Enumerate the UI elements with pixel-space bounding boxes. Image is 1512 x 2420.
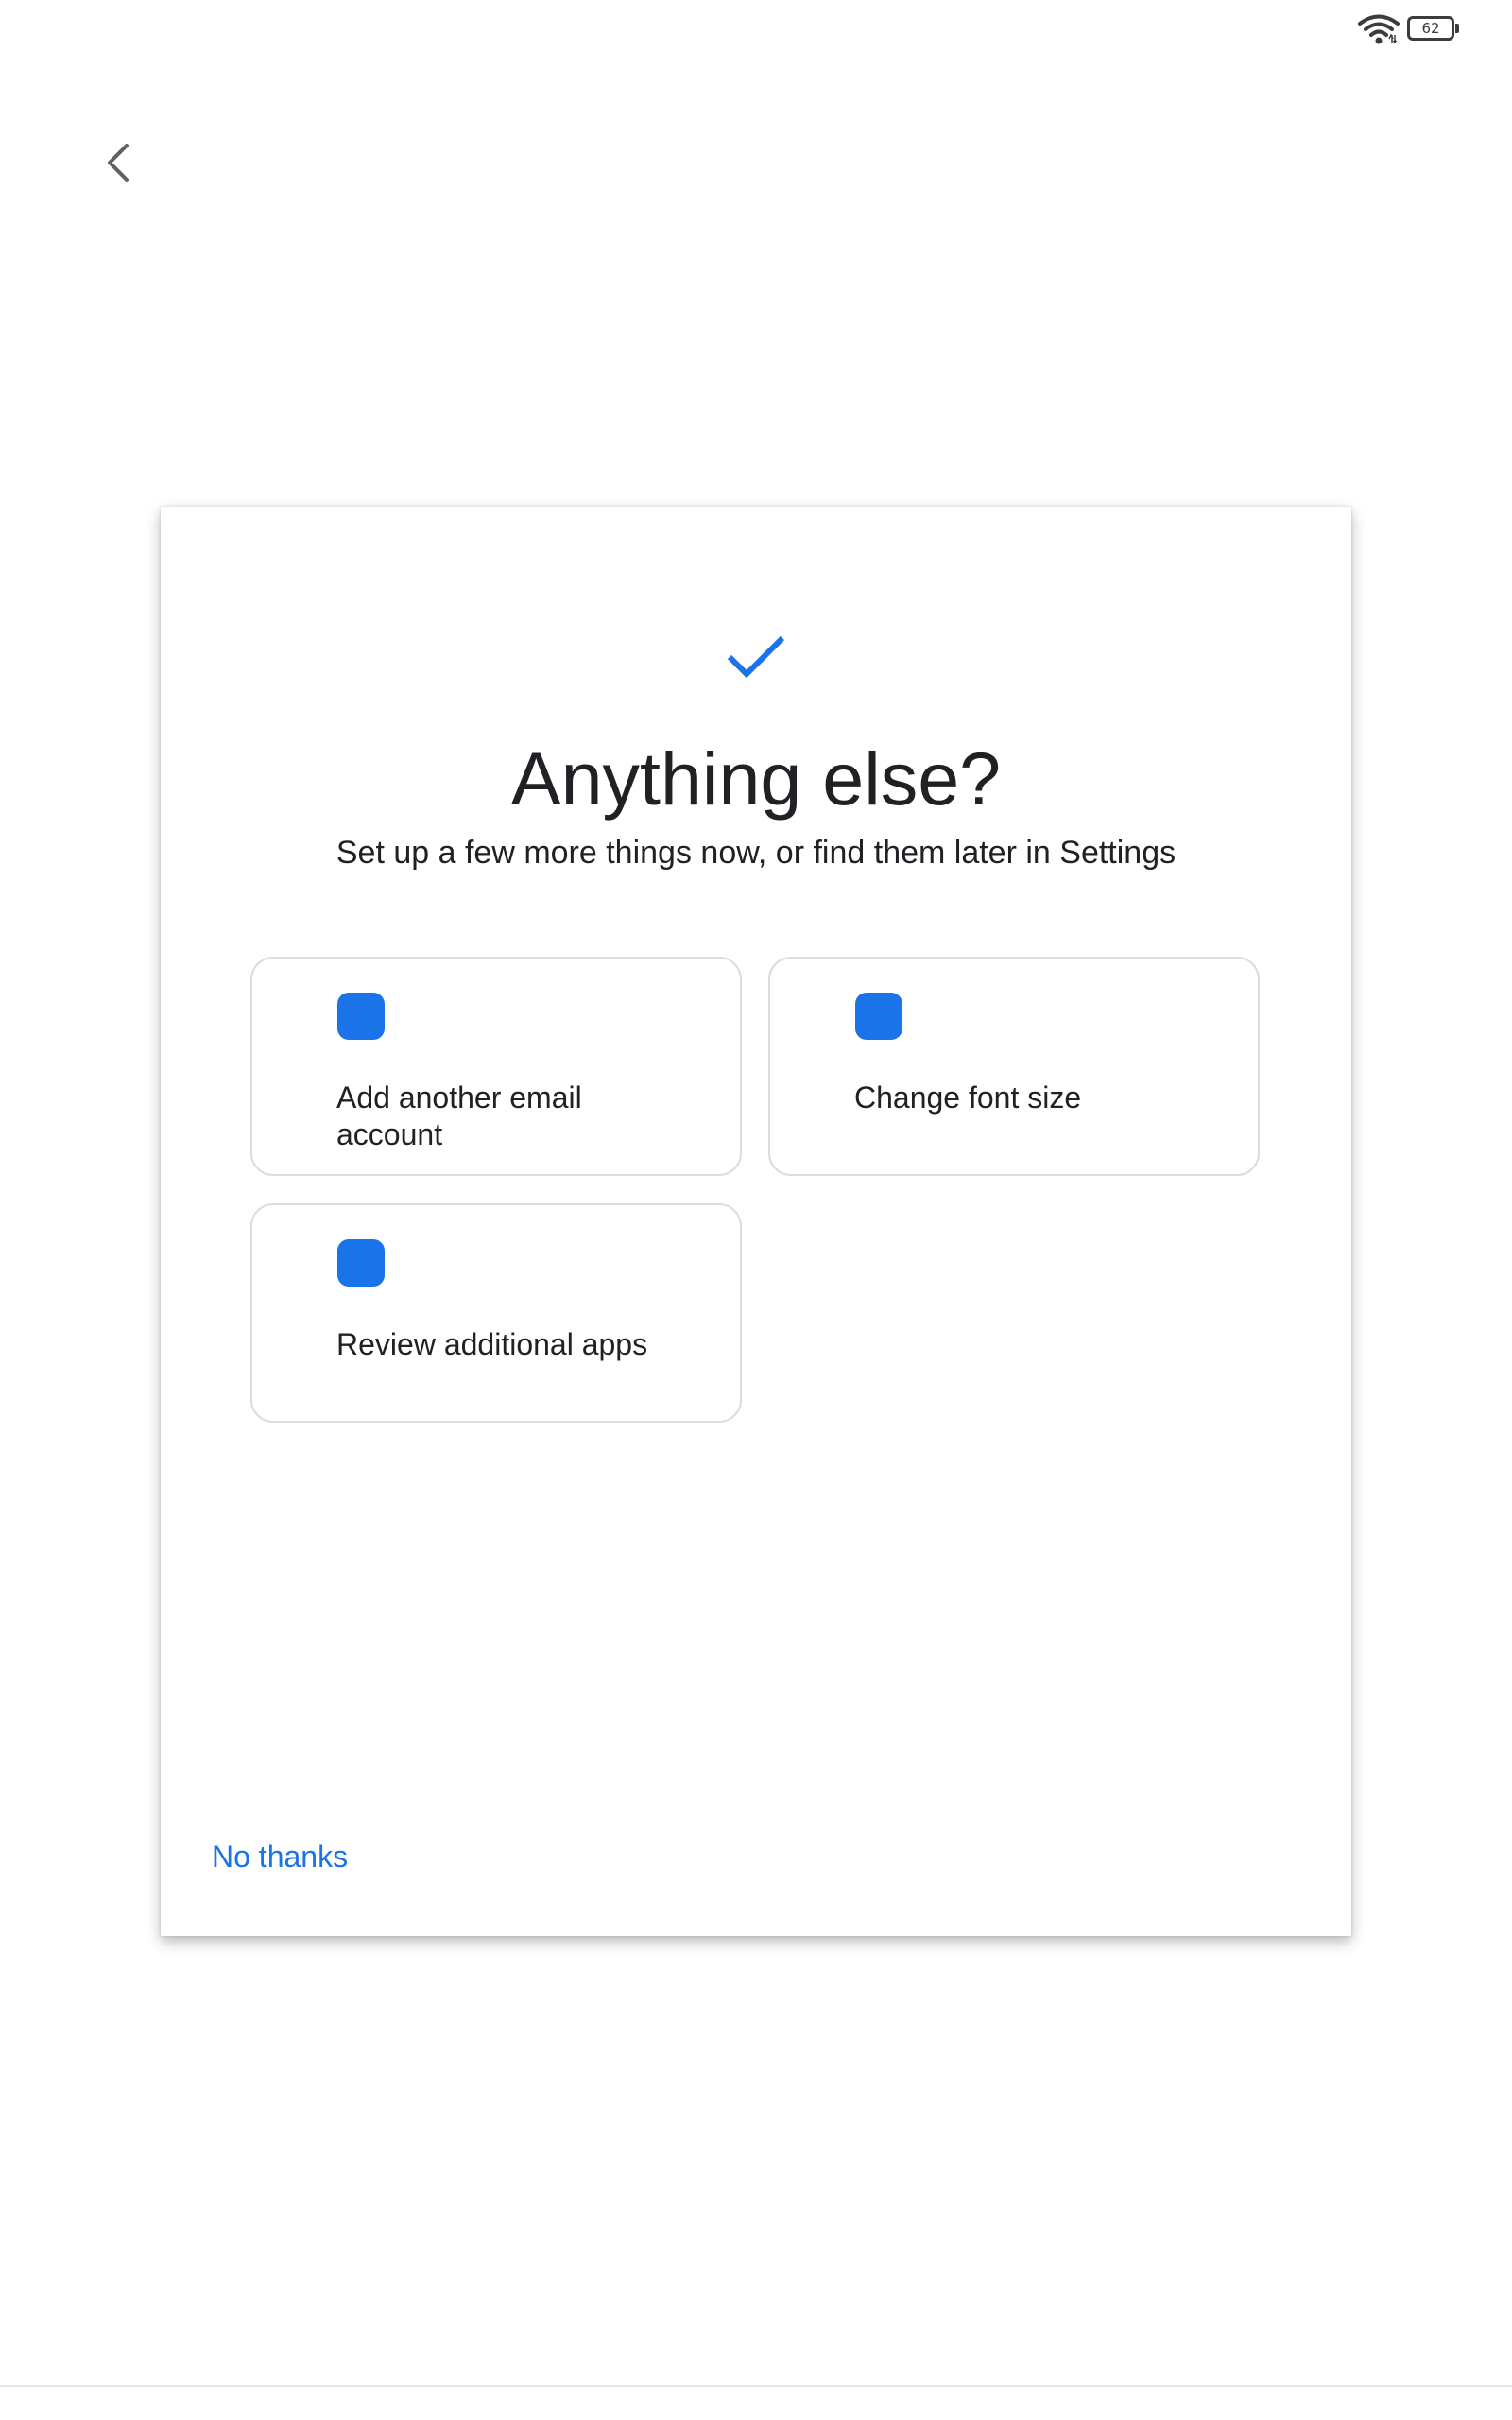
page-subtitle: Set up a few more things now, or find th… [335, 835, 1177, 871]
option-add-email-account[interactable]: Add another email account [250, 957, 742, 1176]
no-thanks-button[interactable]: No thanks [212, 1838, 348, 1876]
checkmark-icon [727, 635, 785, 679]
apps-icon [337, 1239, 385, 1287]
email-icon [337, 993, 385, 1040]
option-review-additional-apps[interactable]: Review additional apps [250, 1203, 742, 1423]
option-label: Add another email account [336, 1080, 582, 1151]
page-title: Anything else? [510, 736, 1002, 821]
setup-card: Anything else? Set up a few more things … [161, 507, 1351, 1936]
chevron-left-icon [108, 144, 129, 182]
battery-tip [1455, 24, 1459, 33]
battery-level: 62 [1407, 16, 1454, 41]
bottom-divider [0, 2385, 1512, 2387]
wifi-icon [1358, 14, 1400, 44]
status-bar: 62 [0, 0, 1512, 57]
option-change-font-size[interactable]: Change font size [768, 957, 1260, 1176]
back-button[interactable] [94, 132, 142, 193]
option-label: Change font size [854, 1080, 1082, 1115]
font-size-icon [855, 993, 902, 1040]
battery-icon: 62 [1407, 16, 1460, 41]
option-label: Review additional apps [336, 1327, 648, 1361]
